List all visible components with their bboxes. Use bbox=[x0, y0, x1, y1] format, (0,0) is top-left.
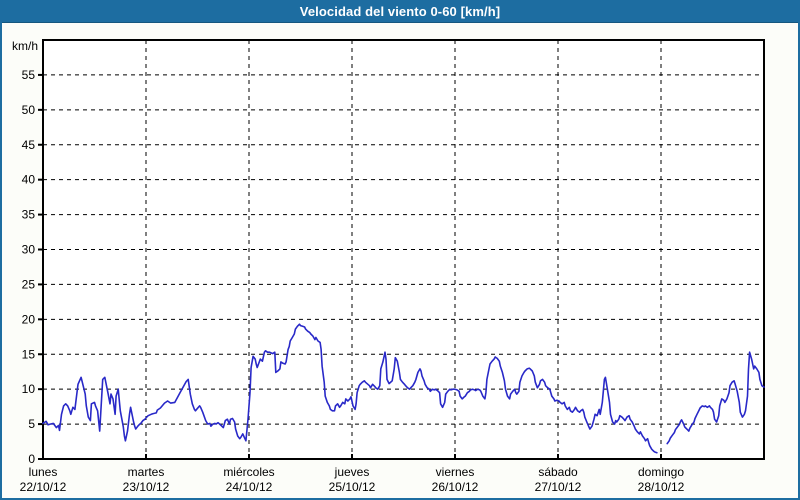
x-day-name-label: viernes bbox=[436, 465, 475, 479]
y-axis-unit-label: km/h bbox=[12, 39, 38, 53]
x-day-date-label: 27/10/12 bbox=[535, 480, 582, 494]
y-tick-label: 50 bbox=[22, 103, 36, 117]
y-tick-label: 55 bbox=[22, 68, 36, 82]
y-tick-label: 5 bbox=[28, 417, 35, 431]
wind-speed-chart: 0 5 10 15 20 25 30 35 40 45 50 55 lunes22/10/12 marte… bbox=[2, 0, 800, 500]
x-day-date-label: 28/10/12 bbox=[638, 480, 685, 494]
y-tick-label: 20 bbox=[22, 312, 36, 326]
x-day-date-label: 24/10/12 bbox=[226, 480, 273, 494]
y-tick-label: 35 bbox=[22, 208, 36, 222]
y-tick-label: 45 bbox=[22, 138, 36, 152]
x-day-date-label: 25/10/12 bbox=[329, 480, 376, 494]
y-tick-label: 25 bbox=[22, 277, 36, 291]
chart-window: Velocidad del viento 0-60 [km/h] 0510152… bbox=[0, 0, 800, 500]
y-tick-label: 10 bbox=[22, 382, 36, 396]
y-tick-label: 0 bbox=[28, 452, 35, 466]
x-day-name-label: lunes bbox=[29, 465, 58, 479]
x-day-name-label: sábado bbox=[538, 465, 578, 479]
x-day-name-label: domingo bbox=[638, 465, 684, 479]
x-day-name-label: miércoles bbox=[223, 465, 274, 479]
x-day-date-label: 26/10/12 bbox=[432, 480, 479, 494]
y-tick-label: 30 bbox=[22, 243, 36, 257]
y-tick-label: 15 bbox=[22, 347, 36, 361]
x-day-name-label: jueves bbox=[334, 465, 370, 479]
x-day-date-label: 23/10/12 bbox=[123, 480, 170, 494]
x-day-date-label: 22/10/12 bbox=[20, 480, 67, 494]
y-tick-label: 40 bbox=[22, 173, 36, 187]
x-day-name-label: martes bbox=[128, 465, 165, 479]
